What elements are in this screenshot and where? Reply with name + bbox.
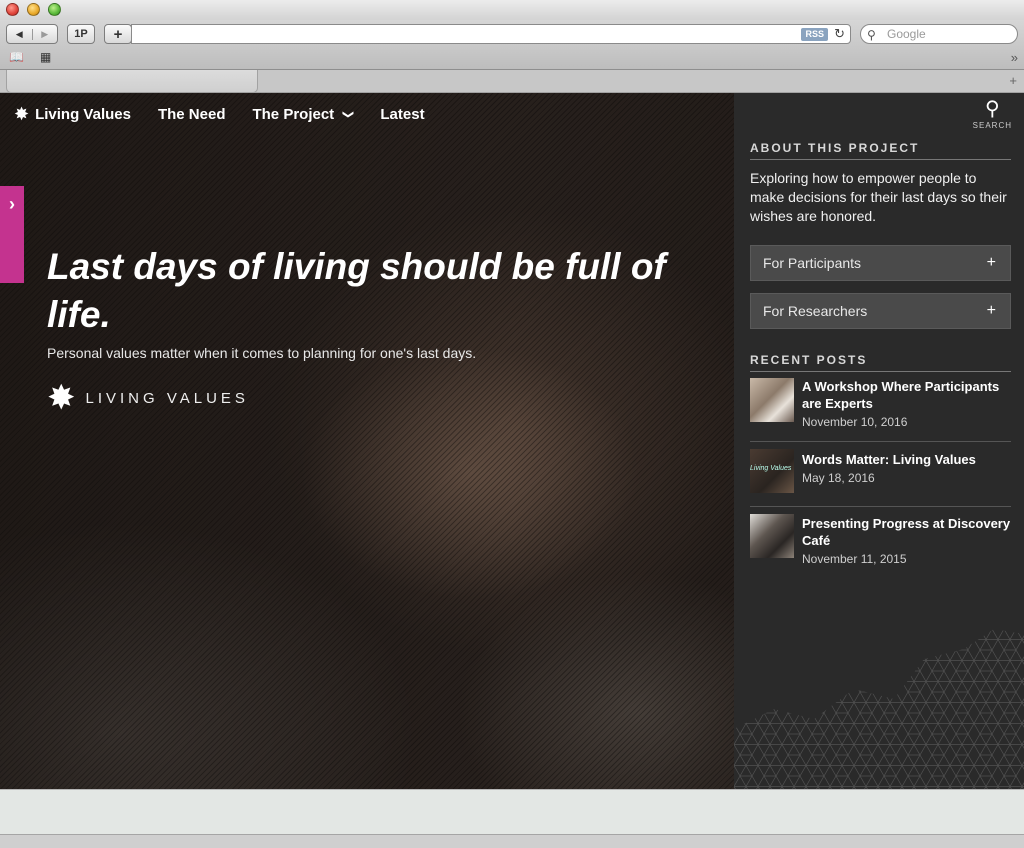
about-heading: ABOUT THIS PROJECT [750, 141, 1011, 160]
hero-content: Last days of living should be full of li… [47, 243, 687, 415]
about-text: Exploring how to empower people to make … [750, 170, 1007, 224]
hero-brand: ✸ LIVING VALUES [47, 381, 687, 415]
geometric-pattern [734, 629, 1024, 789]
chevron-right-icon: › [9, 194, 15, 214]
search-icon: ⚲ [867, 28, 876, 42]
nav-brand-label: Living Values [35, 105, 131, 123]
post-thumbnail [750, 514, 794, 558]
top-sites-grid-icon[interactable]: ▦ [40, 50, 51, 64]
tab-bar: + [0, 70, 1024, 93]
reload-icon[interactable]: ↻ [834, 26, 845, 42]
living-values-logo-icon: ✸ [14, 104, 30, 124]
overflow-chevron-icon[interactable]: » [1011, 50, 1018, 65]
plus-icon: + [986, 302, 996, 319]
nav-item-latest[interactable]: Latest [380, 106, 424, 123]
bookmarks-book-icon[interactable]: 📖 [9, 50, 24, 64]
status-bar [0, 834, 1024, 848]
close-window-button[interactable] [6, 3, 19, 16]
post-date: May 18, 2016 [802, 471, 875, 485]
minimize-window-button[interactable] [27, 3, 40, 16]
nav-item-the-need[interactable]: The Need [158, 106, 226, 123]
post-thumbnail [750, 378, 794, 422]
recent-posts-heading: RECENT POSTS [750, 353, 1011, 372]
onepassword-button[interactable]: 1P [67, 24, 95, 44]
post-title[interactable]: Words Matter: Living Values [802, 451, 976, 468]
hero-brand-name: LIVING VALUES [85, 389, 249, 407]
hero-subtitle: Personal values matter when it comes to … [47, 345, 477, 361]
main-nav: ✸ Living Values The Need The Project ❯ L… [14, 105, 425, 123]
post-title[interactable]: A Workshop Where Participants are Expert… [802, 378, 1011, 412]
search-placeholder: Google [887, 27, 926, 41]
zoom-window-button[interactable] [48, 3, 61, 16]
rss-button[interactable]: RSS [801, 28, 828, 41]
post-date: November 11, 2015 [802, 552, 907, 566]
nav-item-the-project[interactable]: The Project ❯ [252, 105, 355, 123]
thumbnail-caption: Living Values [750, 465, 792, 472]
web-page: ✸ Living Values The Need The Project ❯ L… [0, 93, 1024, 789]
post-item[interactable]: Presenting Progress at Discovery Café No… [750, 508, 1011, 570]
browser-tab[interactable] [6, 70, 258, 93]
search-label: SEARCH [972, 121, 1012, 130]
post-thumbnail: Living Values [750, 449, 794, 493]
post-date: November 10, 2016 [802, 415, 908, 429]
page-bottom-area [0, 789, 1024, 834]
sidebar: ⚲ SEARCH ABOUT THIS PROJECT Exploring ho… [734, 93, 1024, 789]
nav-item-label: The Project [252, 105, 335, 123]
search-button[interactable]: ⚲ SEARCH [973, 97, 1012, 130]
search-icon: ⚲ [985, 98, 1000, 120]
accordion-for-researchers[interactable]: For Researchers + [750, 293, 1011, 329]
accordion-label: For Researchers [763, 303, 868, 319]
accordion-label: For Participants [763, 255, 862, 271]
browser-toolbar: ◀ ▶ 1P + RSS ↻ ⚲ Google 📖 ▦ » [0, 20, 1024, 70]
new-tab-icon[interactable]: + [1009, 73, 1017, 88]
side-drawer-toggle[interactable]: › [0, 186, 24, 283]
search-field[interactable]: ⚲ Google [860, 24, 1018, 44]
add-bookmark-button[interactable]: + [104, 24, 132, 44]
post-title[interactable]: Presenting Progress at Discovery Café [802, 515, 1011, 549]
hero-title: Last days of living should be full of li… [47, 246, 666, 335]
plus-icon: + [986, 254, 996, 271]
living-values-logo-icon: ✸ [47, 379, 76, 417]
post-item[interactable]: A Workshop Where Participants are Expert… [750, 372, 1011, 442]
accordion-for-participants[interactable]: For Participants + [750, 245, 1011, 281]
chevron-down-icon: ❯ [342, 109, 355, 119]
hero-section: ✸ Living Values The Need The Project ❯ L… [0, 93, 734, 789]
forward-icon[interactable]: ▶ [31, 28, 58, 40]
back-forward-group: ◀ ▶ [6, 24, 58, 44]
post-item[interactable]: Living Values Words Matter: Living Value… [750, 443, 1011, 507]
address-bar[interactable]: RSS ↻ [131, 24, 851, 44]
window-titlebar [0, 0, 1024, 20]
back-icon[interactable]: ◀ [7, 29, 32, 40]
nav-home-link[interactable]: ✸ Living Values [14, 105, 131, 123]
